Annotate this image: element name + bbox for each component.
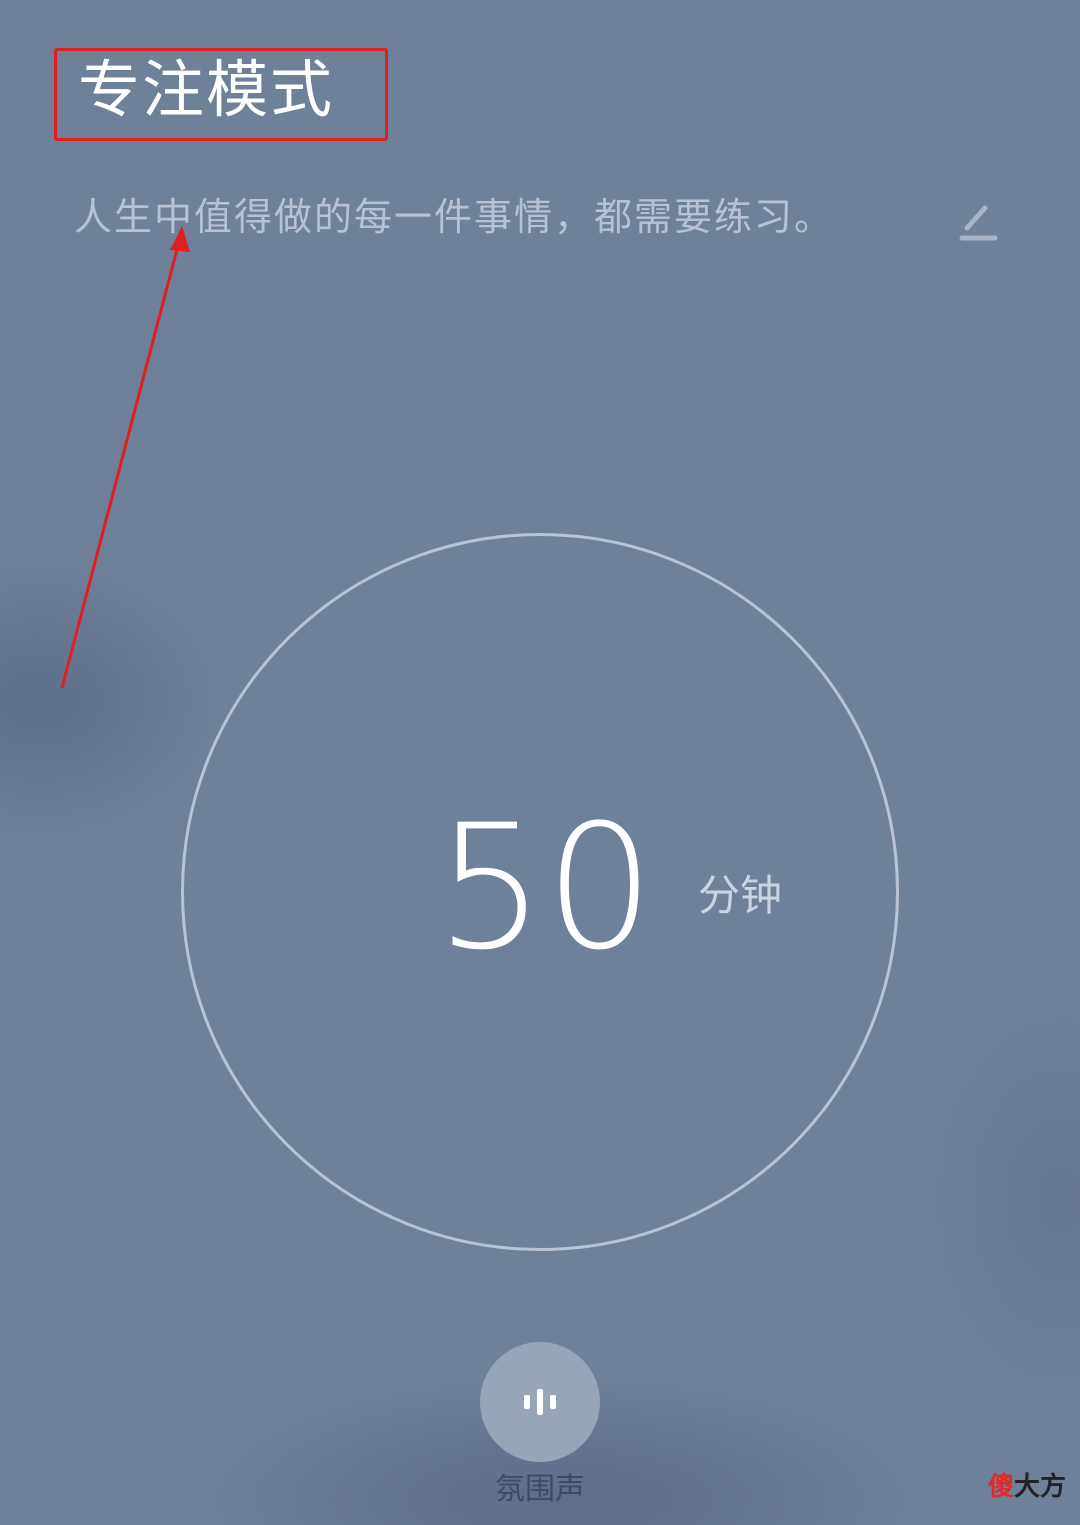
watermark-part-1: 傻 xyxy=(988,1472,1015,1502)
timer-unit-label: 分钟 xyxy=(698,871,783,920)
edit-motto-button[interactable] xyxy=(955,198,1001,244)
ambient-sound-button[interactable] xyxy=(480,1342,600,1462)
annotation-highlight-box xyxy=(54,48,388,141)
watermark-logo: 傻大方 xyxy=(988,1470,1066,1504)
timer-minutes-value[interactable]: 50 xyxy=(430,788,660,988)
watermark-part-2: 大方 xyxy=(1014,1472,1067,1502)
ambient-sound-label: 氛围声 xyxy=(495,1472,585,1507)
pencil-icon xyxy=(959,205,998,241)
sound-bars-icon xyxy=(524,1389,556,1415)
motto-text: 人生中值得做的每一件事情，都需要练习。 xyxy=(74,195,835,239)
